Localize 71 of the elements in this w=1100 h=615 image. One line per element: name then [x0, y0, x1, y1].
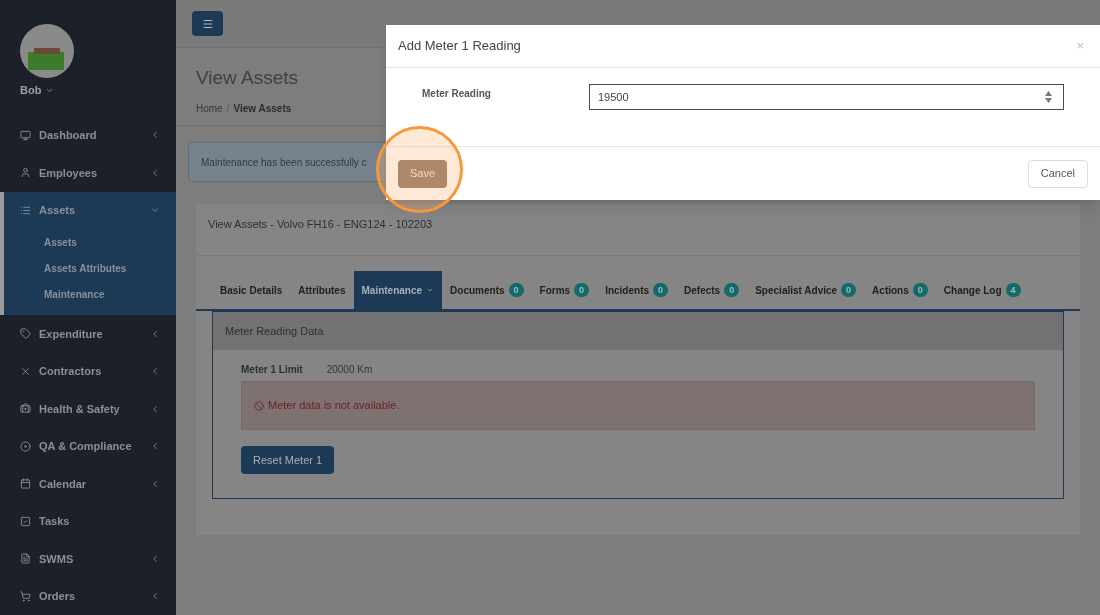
tab[interactable]: Specialist Advice 0	[747, 271, 865, 309]
checkbox-icon	[20, 515, 31, 527]
panel-title: Meter Reading Data	[213, 312, 1063, 350]
tab[interactable]: Documents 0	[442, 271, 532, 309]
count-badge: 0	[574, 283, 590, 297]
sidebar-item[interactable]: Expenditure	[0, 315, 176, 353]
count-badge: 0	[724, 283, 740, 297]
avatar	[20, 24, 74, 78]
cross-icon	[20, 365, 31, 377]
tab[interactable]: Maintenance	[353, 271, 443, 309]
tab[interactable]: Defects 0	[676, 271, 748, 309]
tab[interactable]: Actions 0	[864, 271, 936, 309]
sidebar-item[interactable]: Health & Safety	[0, 390, 176, 428]
submenu-item[interactable]: Assets	[4, 229, 176, 255]
count-badge: 0	[653, 283, 669, 297]
chevron-left-icon	[150, 130, 160, 141]
sidebar-item[interactable]: Tasks	[0, 502, 176, 540]
chevron-left-icon	[150, 441, 160, 452]
breadcrumb-item: View Assets	[233, 101, 292, 116]
meter-reading-field[interactable]: 19500	[588, 84, 1064, 110]
chevron-left-icon	[150, 328, 160, 339]
sidebar-item[interactable]: Employees	[0, 154, 176, 192]
sidebar-item[interactable]: Orders	[0, 577, 176, 615]
sidebar-item[interactable]: QA & Compliance	[0, 427, 176, 465]
menu-icon	[201, 17, 214, 30]
user-menu[interactable]: Bob	[20, 82, 176, 99]
chevron-left-icon	[150, 591, 160, 602]
sidebar-item[interactable]: SWMS	[0, 540, 176, 578]
chevron-left-icon	[150, 167, 160, 178]
tab[interactable]: Incidents 0	[597, 271, 677, 309]
breadcrumb-item[interactable]: Home	[196, 100, 223, 116]
spinner-icon[interactable]	[1045, 91, 1052, 103]
tab[interactable]: Basic Details	[212, 271, 291, 309]
count-badge: 0	[508, 283, 524, 297]
tab[interactable]: Change Log 4	[935, 271, 1029, 309]
chevron-left-icon	[150, 366, 160, 377]
tag-icon	[20, 328, 31, 340]
cart-icon	[20, 590, 31, 602]
tab[interactable]: Forms 0	[531, 271, 598, 309]
no-entry-icon	[254, 400, 264, 411]
chevron-left-icon	[150, 403, 160, 414]
medical-kit-icon	[20, 403, 31, 415]
chevron-left-icon	[150, 553, 160, 564]
breadcrumb-separator: /	[226, 101, 230, 116]
save-button[interactable]: Save	[398, 159, 448, 188]
sidebar-item[interactable]: Contractors	[0, 352, 176, 390]
sidebar-item[interactable]: Dashboard	[0, 116, 176, 154]
submenu-item[interactable]: Assets Attributes	[4, 255, 176, 281]
tab[interactable]: Attributes	[290, 271, 354, 309]
limit-value: 20000 Km	[326, 363, 373, 377]
card-title: View Assets - Volvo FH16 - ENG124 - 102203	[196, 204, 1080, 256]
menu-button[interactable]	[192, 11, 223, 36]
limit-label: Meter 1 Limit	[241, 363, 303, 377]
document-icon	[20, 553, 31, 565]
submenu-item[interactable]: Maintenance	[4, 281, 176, 307]
list-icon	[20, 204, 31, 216]
sidebar-item[interactable]: Calendar	[0, 465, 176, 503]
count-badge: 0	[841, 283, 857, 297]
count-badge: 0	[912, 283, 928, 297]
user-icon	[20, 167, 31, 179]
cancel-button[interactable]: Cancel	[1027, 159, 1088, 188]
sidebar-item[interactable]: Assets	[4, 191, 176, 229]
count-badge: 4	[1005, 283, 1021, 297]
error-text: Meter data is not available.	[268, 398, 400, 414]
reset-button[interactable]: Reset Meter 1	[241, 446, 335, 474]
disc-icon	[20, 440, 31, 452]
chevron-left-icon	[150, 478, 160, 489]
modal-title: Add Meter 1 Reading	[398, 37, 521, 56]
calendar-icon	[20, 478, 31, 490]
monitor-icon	[20, 129, 31, 141]
field-label: Meter Reading	[422, 87, 492, 101]
